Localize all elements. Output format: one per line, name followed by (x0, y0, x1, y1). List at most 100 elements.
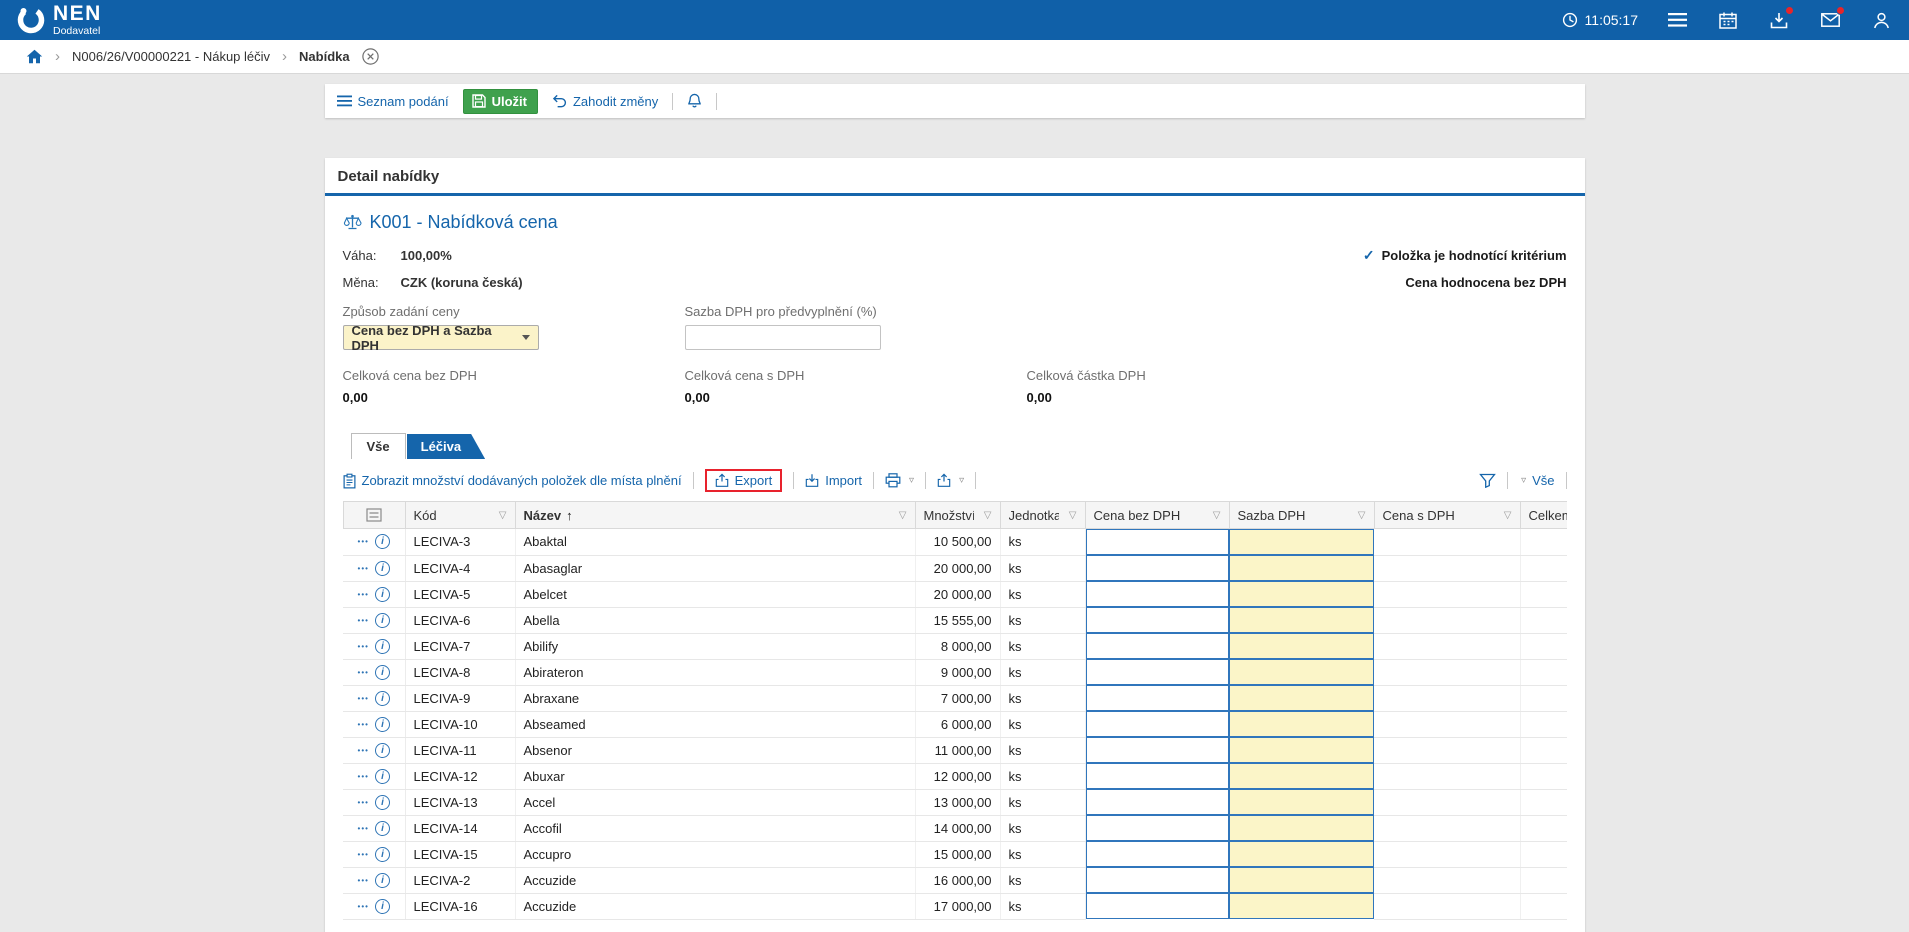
cena-bez-dph-input[interactable] (1086, 815, 1230, 841)
cena-bez-dph-input[interactable] (1086, 789, 1230, 815)
sazba-dph-input[interactable] (1229, 763, 1374, 789)
cena-bez-dph-input[interactable] (1086, 867, 1230, 893)
filter-icon[interactable]: ▽ (499, 510, 507, 521)
info-icon[interactable]: i (375, 899, 390, 914)
header-cena-s-dph[interactable]: Cena s DPH▽ (1374, 502, 1520, 529)
cena-bez-dph-input[interactable] (1086, 581, 1230, 607)
info-icon[interactable]: i (375, 769, 390, 784)
info-icon[interactable]: i (375, 613, 390, 628)
sazba-dph-input[interactable] (1229, 633, 1374, 659)
share-button[interactable]: ▿ (937, 473, 964, 488)
price-entry-select[interactable]: Cena bez DPH a Sazba DPH (343, 325, 539, 350)
cena-bez-dph-input[interactable] (1086, 893, 1230, 919)
cena-bez-dph-input[interactable] (1086, 529, 1230, 555)
row-menu-icon[interactable]: ••• (358, 746, 369, 755)
sazba-dph-input[interactable] (1229, 581, 1374, 607)
row-menu-icon[interactable]: ••• (358, 642, 369, 651)
import-button[interactable]: Import (805, 473, 862, 488)
vat-prefill-input[interactable] (685, 325, 881, 350)
info-icon[interactable]: i (375, 691, 390, 706)
sazba-dph-input[interactable] (1229, 555, 1374, 581)
tab-leciva[interactable]: Léčiva (407, 434, 485, 459)
breadcrumb-item-procurement[interactable]: N006/26/V00000221 - Nákup léčiv (72, 49, 270, 64)
sazba-dph-input[interactable] (1229, 737, 1374, 763)
cena-bez-dph-input[interactable] (1086, 607, 1230, 633)
filter-icon[interactable]: ▽ (1213, 510, 1221, 521)
sazba-dph-input[interactable] (1229, 893, 1374, 919)
discard-changes-button[interactable]: Zahodit změny (552, 94, 658, 109)
filter-icon[interactable] (1479, 473, 1496, 488)
info-icon[interactable]: i (375, 795, 390, 810)
info-icon[interactable]: i (375, 534, 390, 549)
row-menu-icon[interactable]: ••• (358, 902, 369, 911)
header-mnozstvi[interactable]: Množství▽ (915, 502, 1000, 529)
sazba-dph-input[interactable] (1229, 815, 1374, 841)
header-kod[interactable]: Kód▽ (405, 502, 515, 529)
info-icon[interactable]: i (375, 717, 390, 732)
view-select[interactable]: ▿ Vše (1519, 473, 1554, 488)
row-menu-icon[interactable]: ••• (358, 772, 369, 781)
print-button[interactable]: ▿ (885, 473, 914, 488)
row-menu-icon[interactable]: ••• (358, 876, 369, 885)
row-menu-icon[interactable]: ••• (358, 537, 369, 546)
cena-bez-dph-input[interactable] (1086, 711, 1230, 737)
sazba-dph-input[interactable] (1229, 867, 1374, 893)
info-icon[interactable]: i (375, 743, 390, 758)
cena-bez-dph-input[interactable] (1086, 763, 1230, 789)
info-icon[interactable]: i (375, 587, 390, 602)
header-sazba-dph[interactable]: Sazba DPH▽ (1229, 502, 1374, 529)
info-icon[interactable]: i (375, 847, 390, 862)
filter-icon[interactable]: ▽ (984, 510, 992, 521)
sazba-dph-input[interactable] (1229, 789, 1374, 815)
filter-icon[interactable]: ▽ (1358, 510, 1366, 521)
sazba-dph-input[interactable] (1229, 607, 1374, 633)
notifications-bell-icon[interactable] (687, 93, 702, 109)
messages-icon[interactable] (1818, 8, 1842, 32)
filter-icon[interactable]: ▽ (1504, 510, 1512, 521)
info-icon[interactable]: i (375, 873, 390, 888)
downloads-icon[interactable] (1767, 8, 1791, 32)
row-menu-icon[interactable]: ••• (358, 824, 369, 833)
info-icon[interactable]: i (375, 665, 390, 680)
row-menu-icon[interactable]: ••• (358, 720, 369, 729)
sazba-dph-input[interactable] (1229, 659, 1374, 685)
filter-icon[interactable]: ▽ (1069, 510, 1077, 521)
cena-bez-dph-input[interactable] (1086, 841, 1230, 867)
home-icon[interactable] (26, 49, 43, 64)
sazba-dph-input[interactable] (1229, 711, 1374, 737)
cena-bez-dph-input[interactable] (1086, 633, 1230, 659)
tab-vse[interactable]: Vše (351, 433, 406, 459)
row-menu-icon[interactable]: ••• (358, 590, 369, 599)
row-menu-icon[interactable]: ••• (358, 798, 369, 807)
export-button[interactable]: Export (705, 469, 783, 492)
cena-bez-dph-input[interactable] (1086, 555, 1230, 581)
filter-icon[interactable]: ▽ (899, 510, 907, 521)
calendar-icon[interactable] (1716, 8, 1740, 32)
nen-logo[interactable]: NEN Dodavatel (16, 3, 102, 37)
row-menu-icon[interactable]: ••• (358, 616, 369, 625)
cena-bez-dph-input[interactable] (1086, 685, 1230, 711)
menu-icon[interactable] (1665, 8, 1689, 32)
seznam-podani-button[interactable]: Seznam podání (337, 94, 449, 109)
cena-bez-dph-input[interactable] (1086, 659, 1230, 685)
save-button[interactable]: Uložit (463, 89, 538, 114)
header-cena-bez-dph[interactable]: Cena bez DPH▽ (1085, 502, 1229, 529)
header-celkem[interactable]: Celkem (1520, 502, 1567, 529)
header-nazev[interactable]: Název↑▽ (515, 502, 915, 529)
user-icon[interactable] (1869, 8, 1893, 32)
row-menu-icon[interactable]: ••• (358, 668, 369, 677)
sazba-dph-input[interactable] (1229, 529, 1374, 555)
close-tab-icon[interactable] (362, 48, 379, 65)
cena-bez-dph-input[interactable] (1086, 737, 1230, 763)
column-settings-header[interactable] (343, 502, 405, 529)
header-jednotka[interactable]: Jednotka▽ (1000, 502, 1085, 529)
share-options-caret-icon[interactable]: ▿ (959, 475, 964, 486)
show-quantities-button[interactable]: Zobrazit množství dodávaných položek dle… (343, 473, 682, 489)
row-menu-icon[interactable]: ••• (358, 850, 369, 859)
row-menu-icon[interactable]: ••• (358, 564, 369, 573)
info-icon[interactable]: i (375, 639, 390, 654)
info-icon[interactable]: i (375, 821, 390, 836)
sazba-dph-input[interactable] (1229, 685, 1374, 711)
row-menu-icon[interactable]: ••• (358, 694, 369, 703)
sazba-dph-input[interactable] (1229, 841, 1374, 867)
